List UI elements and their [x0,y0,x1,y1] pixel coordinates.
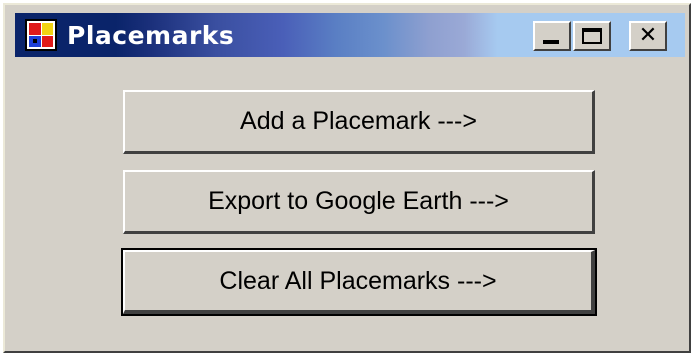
placemarks-window: Placemarks ✕ Add a Placemark ---> Export… [3,3,691,353]
clear-all-placemarks-button[interactable]: Clear All Placemarks ---> [121,248,597,316]
close-button[interactable]: ✕ [629,21,667,51]
maximize-button[interactable] [573,21,611,51]
form-body: Add a Placemark ---> Export to Google Ea… [15,57,685,347]
add-placemark-button[interactable]: Add a Placemark ---> [123,90,595,154]
app-icon[interactable] [25,19,57,51]
minimize-icon [543,40,559,44]
title-bar[interactable]: Placemarks ✕ [15,13,685,57]
maximize-icon [582,28,602,44]
close-icon: ✕ [638,23,658,48]
export-to-google-earth-button[interactable]: Export to Google Earth ---> [123,170,595,234]
minimize-button[interactable] [533,21,571,51]
window-title: Placemarks [67,21,235,50]
